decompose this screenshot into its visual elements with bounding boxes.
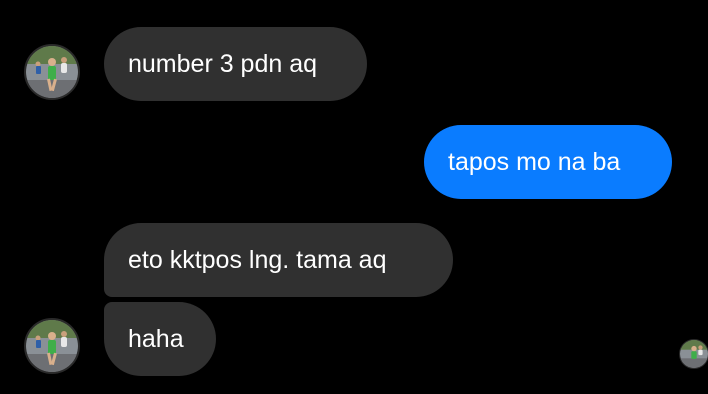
message-text: eto kktpos lng. tama aq xyxy=(128,245,387,274)
message-text: number 3 pdn aq xyxy=(128,49,318,78)
runner-photo-icon xyxy=(26,320,78,372)
message-text: haha xyxy=(128,324,184,353)
message-bubble-incoming[interactable]: number 3 pdn aq xyxy=(104,27,367,101)
runner-photo-icon xyxy=(26,46,78,98)
read-receipt-avatar xyxy=(679,339,708,369)
message-text: tapos mo na ba xyxy=(448,147,621,176)
message-bubble-outgoing[interactable]: tapos mo na ba xyxy=(424,125,672,199)
message-thread: number 3 pdn aq tapos mo na ba eto kktpo… xyxy=(0,0,708,394)
runner-photo-icon xyxy=(680,340,708,368)
message-bubble-incoming[interactable]: eto kktpos lng. tama aq xyxy=(104,223,453,297)
contact-avatar[interactable] xyxy=(24,318,80,374)
contact-avatar[interactable] xyxy=(24,44,80,100)
message-bubble-incoming[interactable]: haha xyxy=(104,302,216,376)
